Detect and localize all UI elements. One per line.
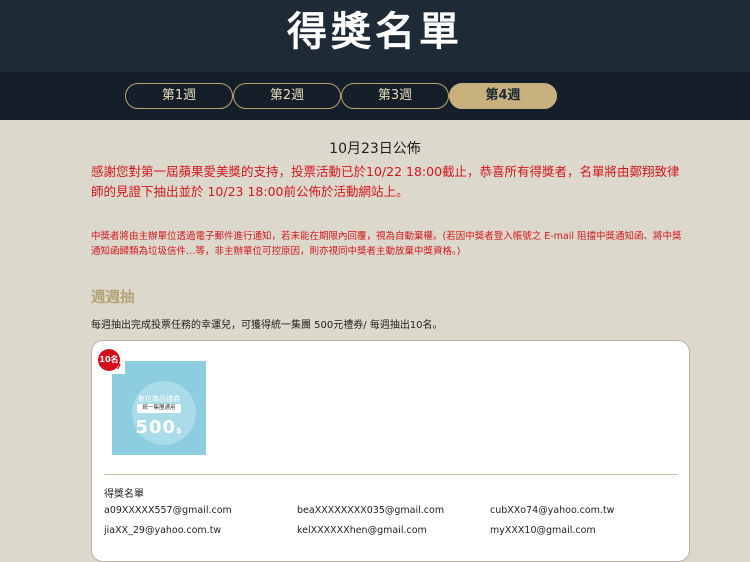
notice-text: 中獎者將由主辦單位透過電子郵件進行通知，若未能在期限內回覆，視為自動棄權。(若因… [91,231,682,257]
tab-week-3[interactable]: 第3週 [341,83,449,109]
tab-week-2[interactable]: 第2週 [233,83,341,109]
announcement-date: 10月23日公佈 [329,141,421,157]
voucher-amount: 500$ [135,417,183,438]
tab-week-1[interactable]: 第1週 [125,83,233,109]
section-description: 每週抽出完成投票任務的幸運兒，可獲得統一集團 500元禮券/ 每週抽出10名。 [91,320,443,331]
quantity-badge: 10名 [98,349,120,371]
winner-email: myXXX10@gmail.com [490,525,596,536]
winner-email: cubXXo74@yahoo.com.tw [490,505,615,516]
winner-email: jiaXX_29@yahoo.com.tw [104,525,222,536]
week-tabs: 第1週 第2週 第3週 第4週 [0,72,750,120]
prize-card: 10名 7 數位商品禮券 統一集團通用 500$ 得獎名單 a09XXXXX55… [91,340,690,562]
divider [104,474,678,475]
voucher-title: 數位商品禮券 [138,395,180,403]
winner-email: a09XXXXX557@gmail.com [104,505,232,516]
page-title: 得獎名單 [287,9,463,55]
winner-email: beaXXXXXXXX035@gmail.com [297,505,445,516]
section-title: 週週抽 [91,290,135,306]
voucher-subtitle: 統一集團通用 [137,404,181,413]
winners-title: 得獎名單 [104,489,144,500]
announcement-message: 感謝您對第一屆蘋果愛美獎的支持，投票活動已於10/22 18:00截止，恭喜所有… [91,164,680,199]
tab-week-4[interactable]: 第4週 [449,83,557,109]
page-header: 得獎名單 [0,0,750,72]
winner-email: kelXXXXXXhen@gmail.com [297,525,427,536]
voucher-image: 7 數位商品禮券 統一集團通用 500$ [112,361,206,455]
